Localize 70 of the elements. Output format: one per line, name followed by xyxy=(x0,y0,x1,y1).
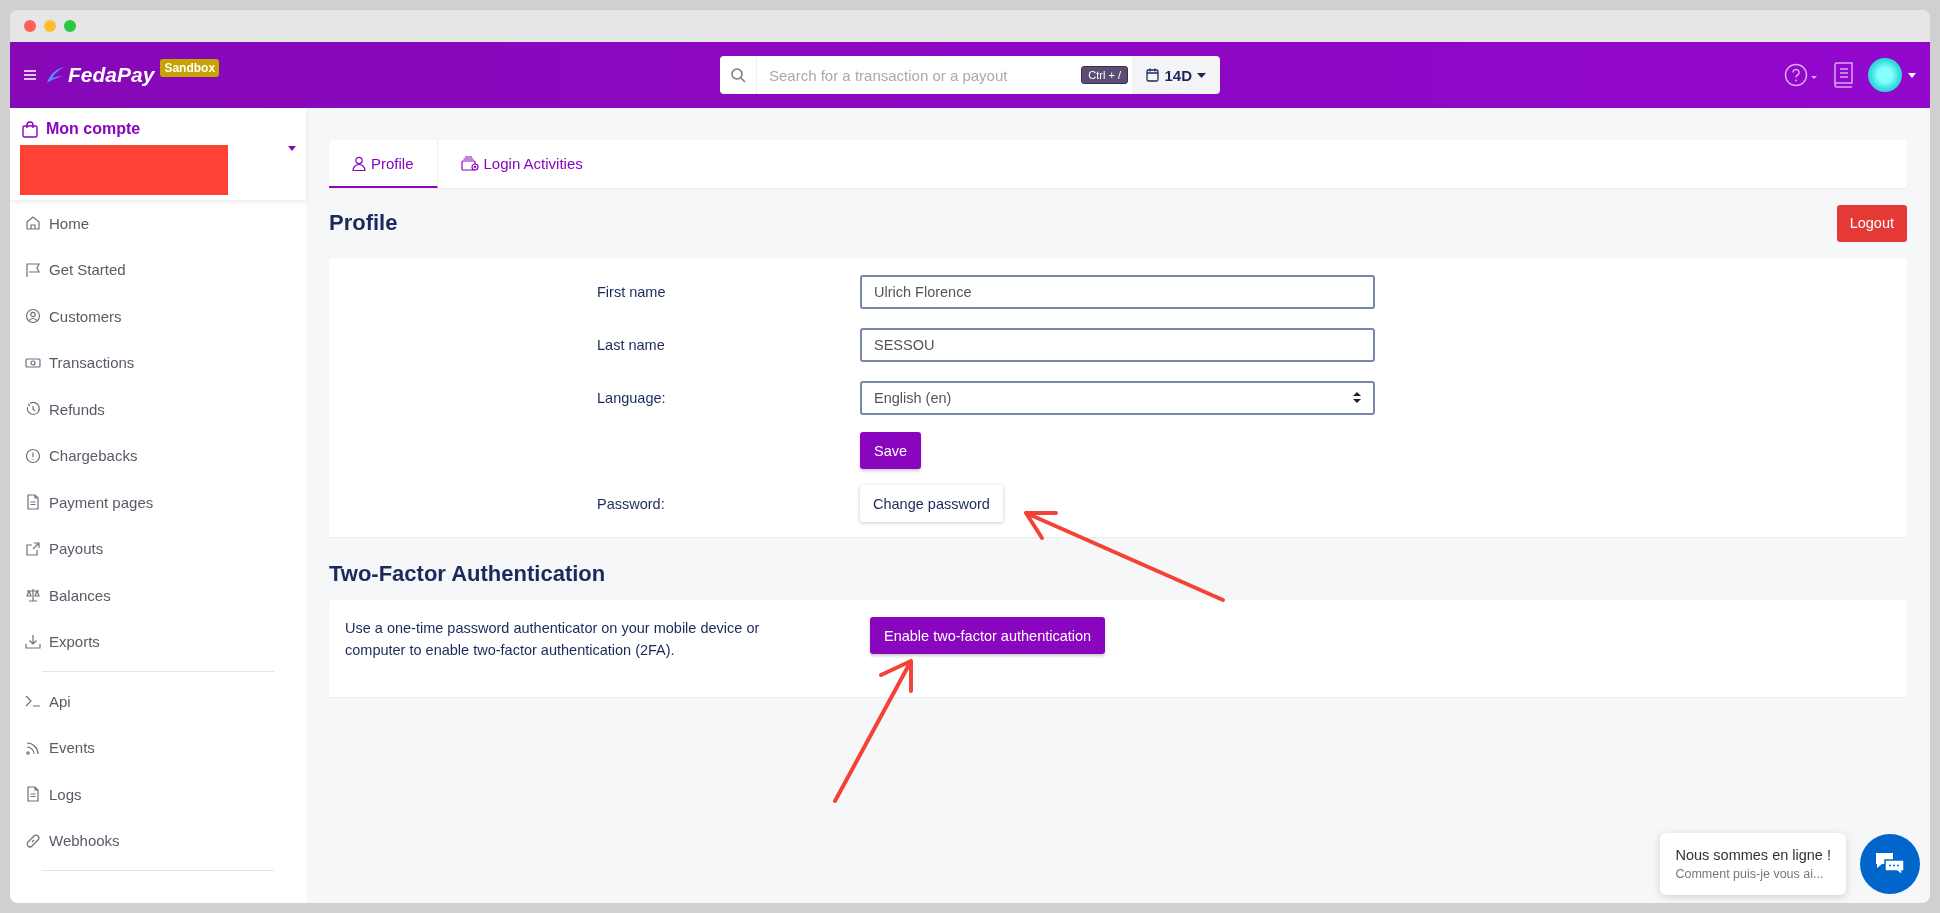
enable-2fa-button[interactable]: Enable two-factor authentication xyxy=(870,617,1106,654)
wing-logo-icon xyxy=(46,65,66,85)
link-icon xyxy=(25,832,41,849)
chat-button[interactable] xyxy=(1860,834,1920,894)
sidebar-item[interactable]: Webhooks xyxy=(10,817,306,864)
environment-badge: Sandbox xyxy=(160,59,220,77)
close-window-dot[interactable] xyxy=(24,20,36,32)
share-icon xyxy=(25,540,41,557)
user-circle-icon xyxy=(25,308,41,325)
field-label: Password: xyxy=(597,495,666,512)
help-icon[interactable] xyxy=(1784,63,1818,87)
caret-icon[interactable] xyxy=(288,146,296,151)
change-password-button[interactable]: Change password xyxy=(860,485,1003,522)
sidebar-item[interactable]: Customers xyxy=(10,293,306,340)
caret-icon[interactable] xyxy=(1908,72,1916,78)
sidebar-item[interactable]: Chargebacks xyxy=(10,432,306,479)
sidebar-item[interactable]: Home xyxy=(10,200,306,247)
tab[interactable]: Login Activities xyxy=(437,140,606,188)
clock-arrow-icon xyxy=(25,401,41,418)
period-dropdown[interactable]: 14D xyxy=(1132,56,1220,94)
text-field[interactable]: SESSOU xyxy=(860,327,1375,362)
section-title: Two-Factor Authentication xyxy=(329,561,607,587)
rss-icon xyxy=(25,739,41,756)
user-icon xyxy=(352,155,366,171)
shopping-bag-icon xyxy=(22,120,38,138)
language-select[interactable]: English (en) xyxy=(860,380,1375,415)
tab[interactable]: Profile xyxy=(329,140,438,188)
menu-icon[interactable] xyxy=(24,70,36,80)
document-icon xyxy=(25,786,41,803)
chat-subtitle: Comment puis-je vous ai... xyxy=(1675,867,1825,881)
avatar[interactable] xyxy=(1868,58,1902,92)
minimize-window-dot[interactable] xyxy=(44,20,56,32)
sidebar-item[interactable]: Exports xyxy=(10,618,306,665)
sidebar-item[interactable]: Events xyxy=(10,724,306,771)
account-title[interactable]: Mon compte xyxy=(46,120,141,138)
download-icon xyxy=(25,633,41,650)
calendar-icon xyxy=(1146,68,1160,82)
terminal-icon xyxy=(25,693,41,710)
wallet-icon xyxy=(460,155,479,171)
sidebar-item[interactable]: Transactions xyxy=(10,339,306,386)
logout-button[interactable]: Logout xyxy=(1836,204,1907,242)
chat-icon xyxy=(1875,851,1905,877)
text-field[interactable]: Ulrich Florence xyxy=(860,274,1375,309)
sort-arrows-icon xyxy=(1353,392,1361,403)
shortcut-key: Ctrl + / xyxy=(1081,66,1128,84)
sidebar-item[interactable]: Payouts xyxy=(10,525,306,572)
chat-title: Nous sommes en ligne ! xyxy=(1675,847,1831,863)
sidebar-item[interactable]: Refunds xyxy=(10,386,306,433)
field-label: First name xyxy=(597,283,667,300)
search-icon xyxy=(720,56,757,94)
sidebar-item[interactable]: Payment pages xyxy=(10,479,306,526)
maximize-window-dot[interactable] xyxy=(64,20,76,32)
chat-bubble[interactable]: Nous sommes en ligne ! Comment puis-je vous ai... xyxy=(1660,833,1846,895)
section-title: Profile xyxy=(329,210,398,236)
caret-icon xyxy=(1197,72,1206,78)
document-icon xyxy=(25,494,41,511)
sidebar-item[interactable]: Balances xyxy=(10,572,306,619)
two-factor-description: Use a one-time password authenticator on your mobile device or computer to enable two-factor authentication (2FA). xyxy=(345,619,761,660)
save-button[interactable]: Save xyxy=(860,432,922,469)
flag-icon xyxy=(25,261,41,278)
scale-icon xyxy=(25,587,41,604)
field-label: Last name xyxy=(597,336,666,353)
sidebar-item[interactable]: Api xyxy=(10,678,306,725)
field-label: Language: xyxy=(597,389,667,406)
brand-name[interactable]: FedaPay xyxy=(68,63,155,87)
sidebar-item[interactable]: Get Started xyxy=(10,246,306,293)
alert-icon xyxy=(25,447,41,464)
home-icon xyxy=(25,215,41,232)
sidebar-item[interactable]: Logs xyxy=(10,771,306,818)
book-icon[interactable] xyxy=(1832,62,1854,88)
